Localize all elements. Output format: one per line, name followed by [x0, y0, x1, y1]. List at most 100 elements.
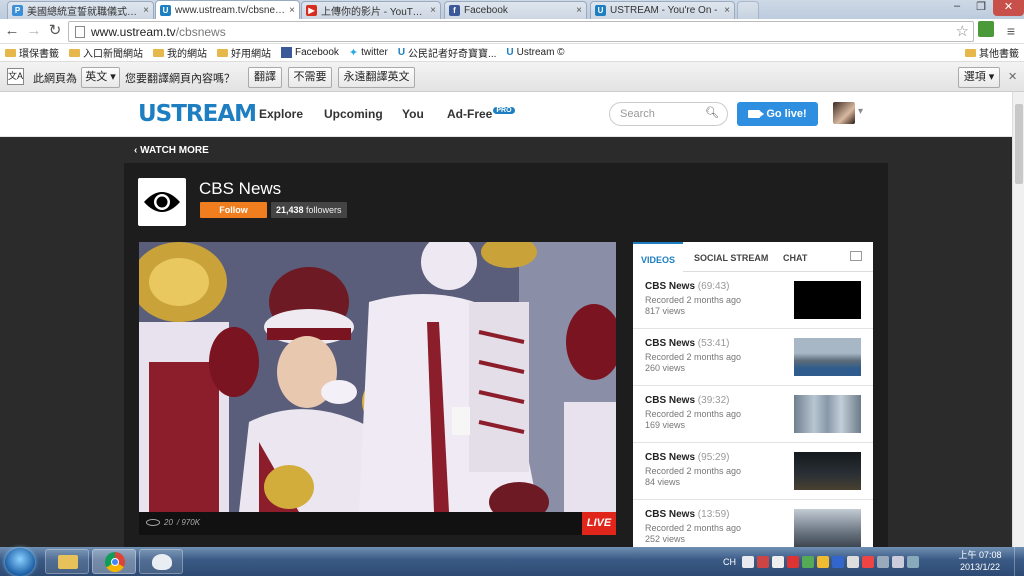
chevron-down-icon[interactable]: ▾	[858, 106, 863, 117]
address-bar[interactable]: www.ustream.tv/cbsnews ☆	[68, 21, 974, 42]
ustream-icon: U	[506, 47, 514, 58]
list-item[interactable]: CBS News (69:43) Recorded 2 months ago 8…	[633, 272, 873, 329]
paint-taskbar-icon[interactable]	[139, 549, 183, 574]
list-item[interactable]: CBS News (39:32) Recorded 2 months ago 1…	[633, 386, 873, 443]
clock[interactable]: 上午 07:08 2013/1/22	[950, 549, 1010, 573]
ustream-logo[interactable]: USTREAM	[138, 101, 257, 127]
video-thumbnail[interactable]	[794, 452, 861, 490]
nav-you[interactable]: You	[402, 107, 424, 121]
language-select[interactable]: 英文 ▾	[81, 67, 120, 88]
explorer-taskbar-icon[interactable]	[45, 549, 89, 574]
avatar[interactable]	[833, 102, 855, 124]
tray-app-icon[interactable]	[802, 555, 814, 568]
minimize-icon[interactable]: –	[945, 0, 969, 16]
forward-icon[interactable]: →	[25, 22, 43, 40]
browser-tab-1[interactable]: P 美國總統宣誓就職儀式很… ×	[7, 1, 154, 19]
bookmark-item[interactable]: 入口新聞網站	[64, 45, 148, 60]
start-button[interactable]	[5, 548, 35, 576]
popout-icon[interactable]	[850, 251, 862, 261]
close-icon[interactable]: ×	[576, 5, 582, 16]
pro-badge: PRO	[493, 107, 515, 114]
no-translate-button[interactable]: 不需要	[288, 67, 332, 88]
close-icon[interactable]: ✕	[1008, 70, 1017, 83]
go-live-button[interactable]: Go live!	[737, 102, 818, 126]
scrollbar-thumb[interactable]	[1015, 104, 1023, 184]
reload-icon[interactable]: ↻	[46, 22, 64, 40]
close-icon[interactable]: ×	[143, 5, 149, 16]
video-player[interactable]	[139, 242, 616, 512]
tray-app-icon[interactable]	[787, 555, 799, 568]
bookmark-item[interactable]: U 公民記者好奇寶寶...	[393, 45, 502, 60]
back-icon[interactable]: ←	[3, 22, 21, 40]
volume-icon[interactable]	[892, 555, 904, 568]
tray-app-icon[interactable]	[757, 555, 769, 568]
page-scrollbar[interactable]	[1012, 92, 1024, 547]
browser-tab-strip: P 美國總統宣誓就職儀式很… × U www.ustream.tv/cbsnew…	[0, 0, 1024, 19]
followers-count: 21,438 followers	[271, 202, 347, 218]
translate-bar: 文A 此網頁為 英文 ▾ 您要翻譯網頁內容嗎？ 翻譯 不需要 永遠翻譯英文 選項…	[0, 62, 1024, 92]
list-item[interactable]: CBS News (95:29) Recorded 2 months ago 8…	[633, 443, 873, 500]
maximize-icon[interactable]: ❐	[969, 0, 993, 16]
window-close-icon[interactable]: ✕	[993, 0, 1024, 16]
folder-icon	[5, 48, 16, 57]
video-thumbnail[interactable]	[794, 509, 861, 547]
follow-button[interactable]: Follow	[200, 202, 267, 218]
list-item[interactable]: CBS News (53:41) Recorded 2 months ago 2…	[633, 329, 873, 386]
tab-title: 上傳你的影片 - YouTube	[321, 7, 427, 18]
options-button[interactable]: 選項 ▾	[958, 67, 1000, 88]
bookmark-item[interactable]: 好用網站	[212, 45, 276, 60]
video-thumbnail[interactable]	[794, 281, 861, 319]
browser-toolbar: ← → ↻ www.ustream.tv/cbsnews ☆ ≡	[0, 19, 1024, 44]
ime-icon[interactable]	[742, 555, 754, 568]
browser-tab-2[interactable]: U www.ustream.tv/cbsnews ×	[155, 0, 300, 19]
tab-videos[interactable]: VIDEOS	[633, 242, 683, 272]
nav-adfree[interactable]: Ad-Free PRO	[447, 107, 515, 121]
tray-app-icon[interactable]	[772, 555, 784, 568]
video-frame	[139, 242, 616, 512]
menu-icon[interactable]: ≡	[1002, 22, 1020, 40]
show-desktop-button[interactable]	[1014, 547, 1024, 576]
close-icon[interactable]: ×	[430, 5, 436, 16]
video-thumbnail[interactable]	[794, 395, 861, 433]
new-tab-button[interactable]	[737, 1, 759, 19]
language-indicator[interactable]: CH	[723, 557, 736, 567]
close-icon[interactable]: ×	[724, 5, 730, 16]
bookmark-star-icon[interactable]: ☆	[956, 22, 969, 40]
player-controls: 20/ 970K LIVE	[139, 512, 616, 535]
tray-app-icon[interactable]	[847, 555, 859, 568]
bookmark-item[interactable]: ✦ twitter	[344, 46, 393, 59]
bookmark-item[interactable]: U Ustream ©	[501, 47, 569, 58]
watch-more-link[interactable]: ‹ WATCH MORE	[134, 145, 209, 156]
bookmark-item[interactable]: 我的網站	[148, 45, 212, 60]
nav-explore[interactable]: Explore	[259, 107, 303, 121]
cbs-logo[interactable]	[138, 178, 186, 226]
bookmark-item[interactable]: Facebook	[276, 47, 344, 58]
tray-app-icon[interactable]	[862, 555, 874, 568]
tab-chat[interactable]: CHAT	[783, 253, 807, 263]
translate-button[interactable]: 翻譯	[248, 67, 282, 88]
search-input[interactable]: Search 🔍︎	[609, 102, 728, 126]
search-icon[interactable]: 🔍︎	[705, 106, 719, 119]
nav-upcoming[interactable]: Upcoming	[324, 107, 383, 121]
always-translate-button[interactable]: 永遠翻譯英文	[338, 67, 415, 88]
channel-title: CBS News	[199, 179, 282, 198]
url-text: www.ustream.tv/cbsnews	[91, 24, 226, 39]
chrome-taskbar-icon[interactable]	[92, 549, 136, 574]
tab-title: www.ustream.tv/cbsnews	[175, 4, 286, 16]
tab-social-stream[interactable]: SOCIAL STREAM	[694, 253, 768, 263]
browser-tab-3[interactable]: ▶ 上傳你的影片 - YouTube ×	[301, 1, 441, 19]
browser-tab-5[interactable]: U USTREAM - You're On - ×	[590, 1, 735, 19]
network-icon[interactable]	[877, 555, 889, 568]
close-icon[interactable]: ×	[289, 5, 295, 16]
bookmark-item[interactable]: 環保書籤	[0, 45, 64, 60]
list-item[interactable]: CBS News (13:59) Recorded 2 months ago 2…	[633, 500, 873, 547]
tray-app-icon[interactable]	[832, 555, 844, 568]
other-bookmarks[interactable]: 其他書籤	[960, 45, 1024, 60]
tab-title: Facebook	[464, 5, 508, 16]
tray-app-icon[interactable]	[817, 555, 829, 568]
video-thumbnail[interactable]	[794, 338, 861, 376]
channel-panel: CBS News Follow 21,438 followers 20 / 97…	[124, 163, 888, 547]
extension-icon[interactable]	[978, 21, 994, 37]
browser-tab-4[interactable]: f Facebook ×	[444, 1, 587, 19]
tray-app-icon[interactable]	[907, 555, 919, 568]
